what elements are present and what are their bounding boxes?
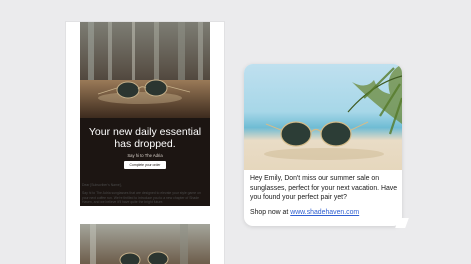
bubble-tail (395, 218, 409, 228)
message-card: Hey Emily, Don't miss our summer sale on… (244, 64, 402, 226)
shop-prefix: Shop now at (250, 208, 289, 216)
sunglasses-photo (80, 224, 210, 264)
shop-line: Shop now at www.shadehaven.com (250, 208, 400, 218)
email-paragraph: Say hi to The Adria sunglasses that are … (82, 191, 201, 205)
email-second-image (80, 224, 210, 264)
message-text: Hey Emily, Don't miss our summer sale on… (250, 174, 400, 217)
complete-order-button[interactable]: Complete your order (124, 161, 166, 169)
email-body: Dear [Subscriber's Name], Say hi to The … (82, 183, 208, 209)
email-subline: Say hi to The Adria (127, 153, 163, 158)
shop-link[interactable]: www.shadehaven.com (290, 209, 359, 216)
email-preview: Your new daily essential has dropped. Sa… (66, 22, 224, 264)
email-greeting: Dear [Subscriber's Name], (82, 183, 122, 187)
message-body: Hey Emily, Don't miss our summer sale on… (250, 175, 398, 202)
sunglasses-beach-photo (244, 64, 402, 170)
sunglasses-cafe-photo (80, 22, 210, 118)
email-headline: Your new daily essential has dropped. (88, 126, 202, 150)
email-hero: Your new daily essential has dropped. Sa… (80, 22, 210, 206)
